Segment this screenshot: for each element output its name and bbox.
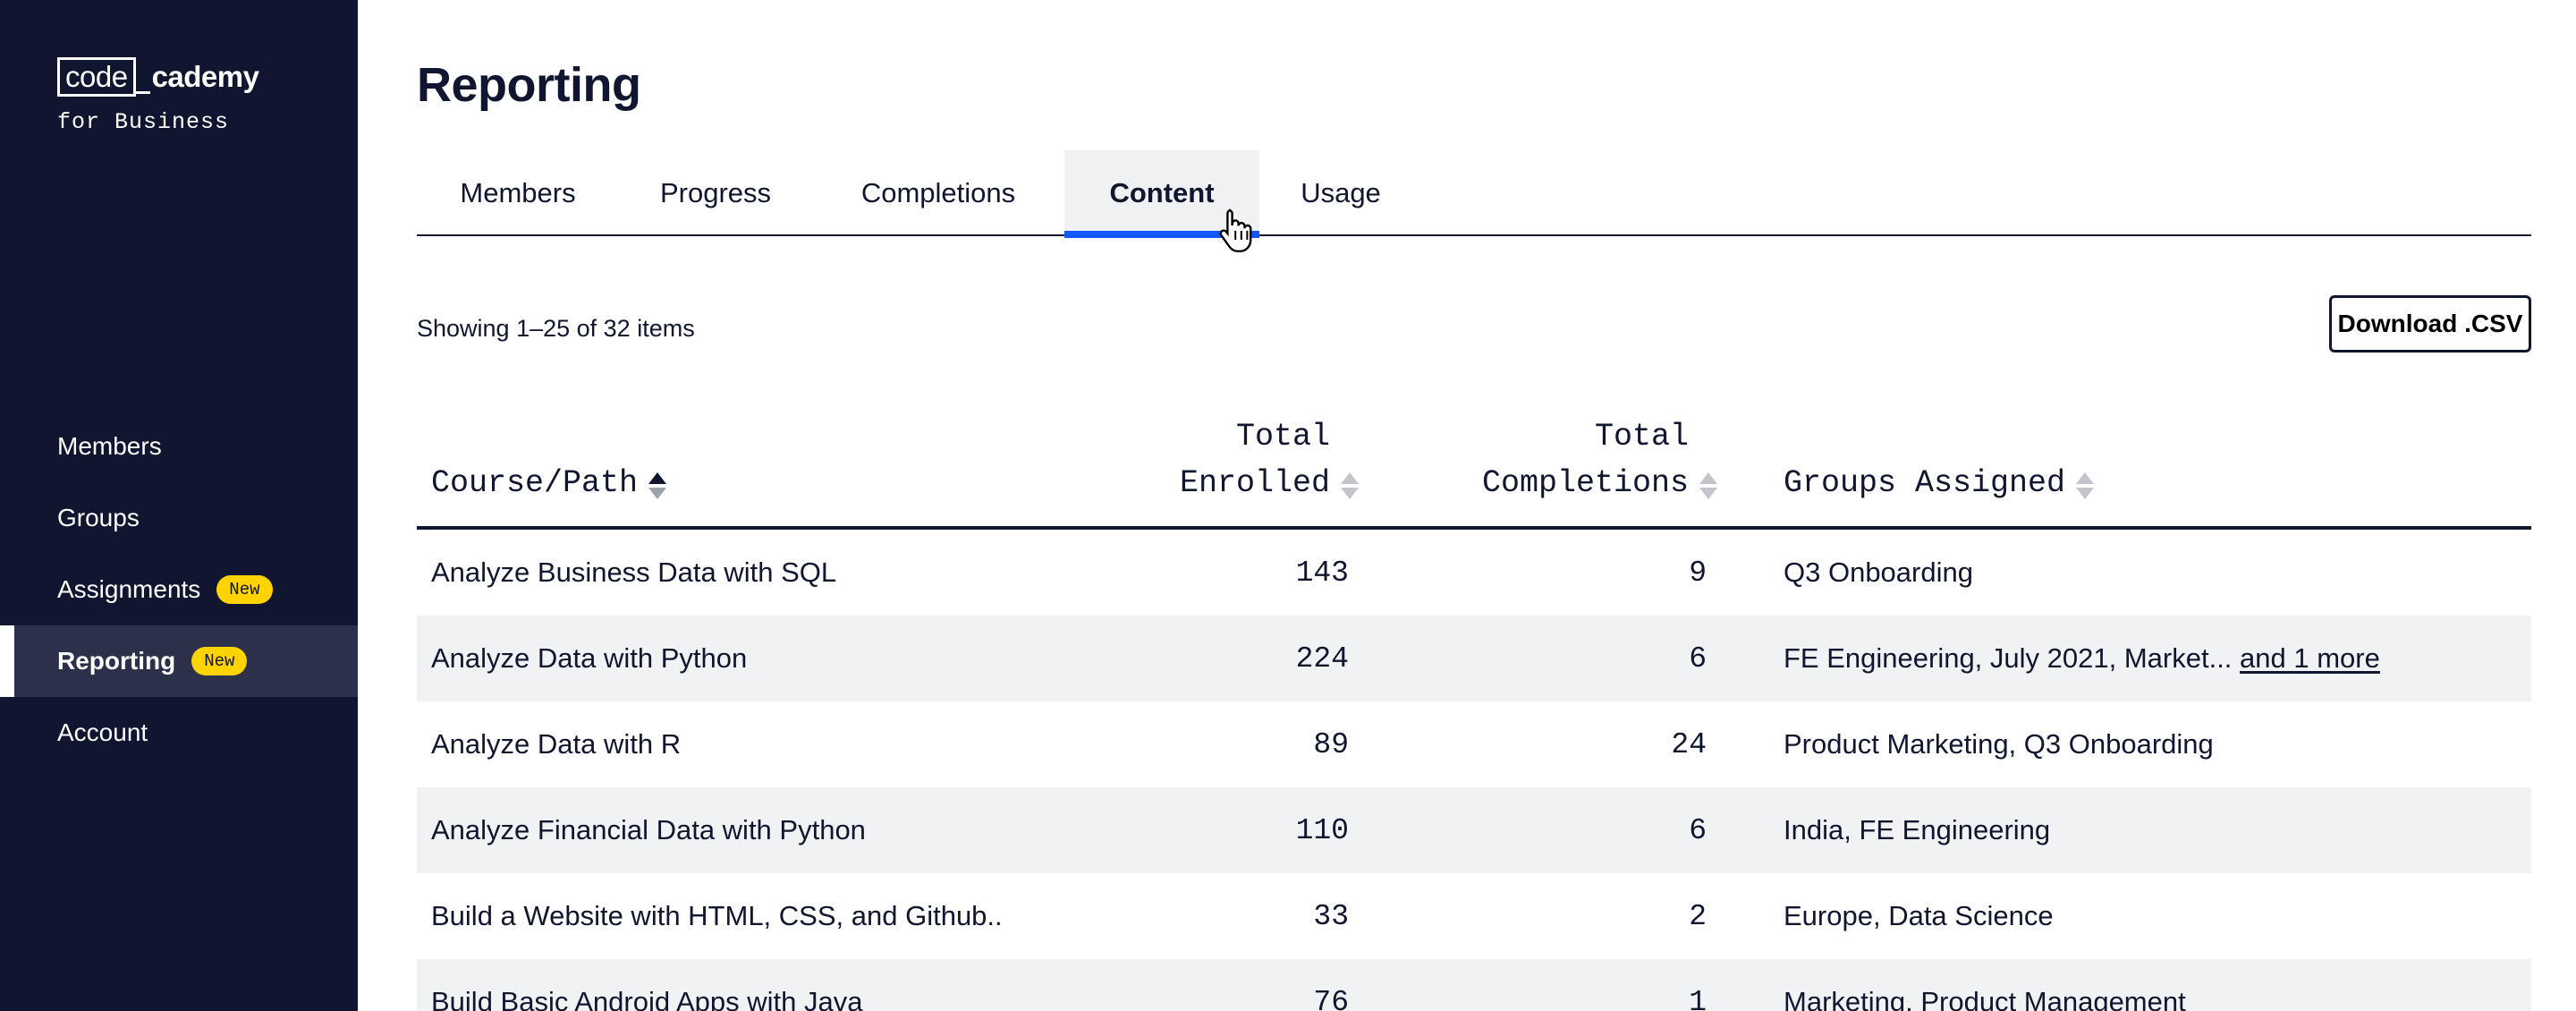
course-name[interactable]: Analyze Data with Python xyxy=(431,642,747,675)
table-row[interactable]: Analyze Financial Data with Python 110 6… xyxy=(417,787,2531,873)
total-completions: 6 xyxy=(1689,642,1707,675)
tab-label: Progress xyxy=(660,177,771,209)
course-name[interactable]: Analyze Data with R xyxy=(431,728,681,760)
table-header: Course/Path Total Enrolled Total Complet… xyxy=(417,394,2531,530)
table-row[interactable]: Analyze Business Data with SQL 143 9 Q3 … xyxy=(417,530,2531,616)
logo-subtitle: for Business xyxy=(57,109,258,135)
total-completions: 9 xyxy=(1689,556,1707,590)
course-name[interactable]: Build a Website with HTML, CSS, and Gith… xyxy=(431,900,1003,932)
table-row[interactable]: Build a Website with HTML, CSS, and Gith… xyxy=(417,873,2531,959)
sidebar-item-reporting[interactable]: Reporting New xyxy=(0,625,358,697)
sidebar-item-label: Reporting xyxy=(57,647,175,675)
column-header-groups[interactable]: Groups Assigned xyxy=(1784,460,2094,506)
sidebar-item-label: Members xyxy=(57,432,162,461)
table-row[interactable]: Analyze Data with R 89 24 Product Market… xyxy=(417,701,2531,787)
column-header-label: Total Completions xyxy=(1482,413,1689,506)
tab-progress[interactable]: Progress xyxy=(619,150,812,236)
sidebar-item-assignments[interactable]: Assignments New xyxy=(0,554,358,625)
total-enrolled: 89 xyxy=(1313,728,1349,761)
logo-wordmark: code cademy xyxy=(57,57,258,97)
sidebar-item-label: Account xyxy=(57,718,148,747)
groups-assigned: Q3 Onboarding xyxy=(1784,556,1973,589)
groups-text: FE Engineering, July 2021, Market... xyxy=(1784,642,2232,674)
total-completions: 6 xyxy=(1689,814,1707,847)
groups-text: Marketing, Product Management xyxy=(1784,986,2186,1011)
logo-code-box: code xyxy=(57,57,136,97)
column-header-course[interactable]: Course/Path xyxy=(431,460,666,506)
tab-label: Content xyxy=(1109,177,1214,209)
table-row[interactable]: Build Basic Android Apps with Java 76 1 … xyxy=(417,959,2531,1011)
new-badge: New xyxy=(191,647,247,675)
tab-usage[interactable]: Usage xyxy=(1259,150,1422,236)
tab-members[interactable]: Members xyxy=(417,150,619,236)
and-more-link[interactable]: and 1 more xyxy=(2240,642,2380,674)
groups-assigned: Marketing, Product Management xyxy=(1784,986,2186,1011)
tab-label: Completions xyxy=(861,177,1015,209)
groups-text: Q3 Onboarding xyxy=(1784,556,1973,588)
groups-text: Europe, Data Science xyxy=(1784,900,2054,931)
sort-icon[interactable] xyxy=(2076,472,2094,499)
groups-assigned: Europe, Data Science xyxy=(1784,900,2054,932)
tab-label: Usage xyxy=(1301,177,1381,209)
items-count: Showing 1–25 of 32 items xyxy=(417,315,695,343)
column-header-label: Groups Assigned xyxy=(1784,460,2065,506)
column-header-completions[interactable]: Total Completions xyxy=(1482,413,1717,506)
download-csv-button[interactable]: Download .CSV xyxy=(2329,295,2531,353)
new-badge: New xyxy=(216,575,272,604)
sort-icon[interactable] xyxy=(1341,472,1359,499)
column-header-enrolled[interactable]: Total Enrolled xyxy=(1180,413,1359,506)
course-name[interactable]: Build Basic Android Apps with Java xyxy=(431,986,863,1011)
course-name[interactable]: Analyze Financial Data with Python xyxy=(431,814,866,846)
sidebar-item-groups[interactable]: Groups xyxy=(0,482,358,554)
total-enrolled: 143 xyxy=(1296,556,1349,590)
groups-assigned: India, FE Engineering xyxy=(1784,814,2050,846)
codecademy-logo[interactable]: code cademy for Business xyxy=(57,57,258,135)
total-completions: 24 xyxy=(1671,728,1707,761)
total-completions: 2 xyxy=(1689,900,1707,933)
column-header-label: Course/Path xyxy=(431,460,638,506)
total-enrolled: 33 xyxy=(1313,900,1349,933)
groups-text: India, FE Engineering xyxy=(1784,814,2050,845)
sidebar: code cademy for Business Members Groups A… xyxy=(0,0,358,1011)
page-title: Reporting xyxy=(417,57,640,113)
total-completions: 1 xyxy=(1689,986,1707,1011)
tab-completions[interactable]: Completions xyxy=(812,150,1064,236)
total-enrolled: 76 xyxy=(1313,986,1349,1011)
hand-cursor-icon xyxy=(1218,208,1256,252)
sidebar-item-members[interactable]: Members xyxy=(0,411,358,482)
logo-cursor xyxy=(134,91,150,94)
tab-label: Members xyxy=(460,177,575,209)
sort-icon[interactable] xyxy=(1699,472,1717,499)
groups-assigned: Product Marketing, Q3 Onboarding xyxy=(1784,728,2214,760)
total-enrolled: 224 xyxy=(1296,642,1349,675)
course-name[interactable]: Analyze Business Data with SQL xyxy=(431,556,836,589)
sidebar-item-label: Groups xyxy=(57,504,140,532)
column-header-label: Total Enrolled xyxy=(1180,413,1330,506)
sidebar-item-account[interactable]: Account xyxy=(0,697,358,769)
sort-ascending-icon[interactable] xyxy=(648,472,666,499)
table-row[interactable]: Analyze Data with Python 224 6 FE Engine… xyxy=(417,616,2531,701)
groups-text: Product Marketing, Q3 Onboarding xyxy=(1784,728,2214,760)
total-enrolled: 110 xyxy=(1296,814,1349,847)
sidebar-item-label: Assignments xyxy=(57,575,200,604)
logo-rest: cademy xyxy=(152,60,259,94)
report-tabs: Members Progress Completions Content Usa… xyxy=(417,150,2531,236)
groups-assigned: FE Engineering, July 2021, Market... and… xyxy=(1784,642,2380,675)
